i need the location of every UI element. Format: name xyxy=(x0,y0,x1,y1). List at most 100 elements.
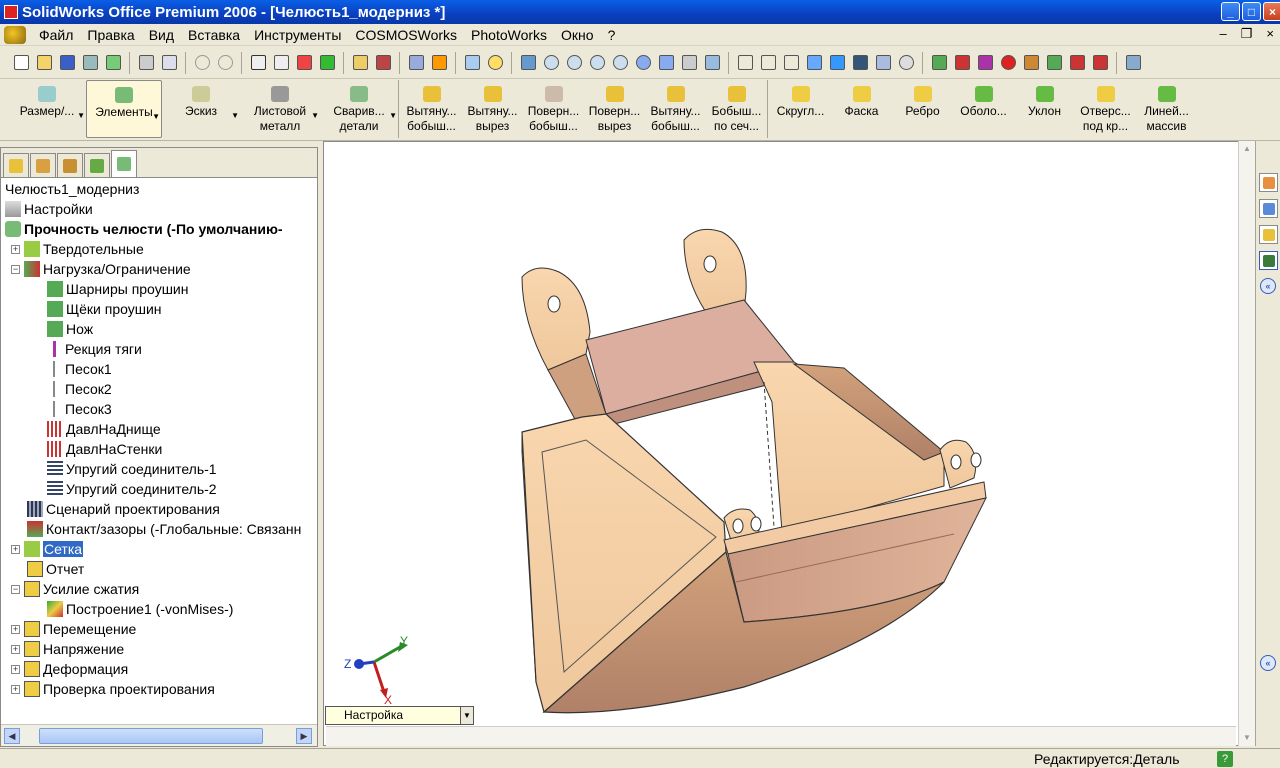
standard-views-icon[interactable] xyxy=(701,52,723,74)
undo-icon[interactable] xyxy=(191,52,213,74)
tab-cosmosworks[interactable] xyxy=(111,150,137,177)
tree-item-design-check[interactable]: + Проверка проектирования xyxy=(11,679,215,699)
options-icon[interactable] xyxy=(405,52,427,74)
draft-button[interactable]: Уклон xyxy=(1014,80,1075,138)
expand-pane-icon[interactable]: « xyxy=(1260,278,1276,294)
sheet-metal-button[interactable]: Листовой металл ▼ xyxy=(240,80,320,138)
roll-icon[interactable] xyxy=(678,52,700,74)
tree-item-strain[interactable]: + Деформация xyxy=(11,659,128,679)
tree-item-solids[interactable]: + Твердотельные xyxy=(11,239,144,259)
maximize-button[interactable]: □ xyxy=(1242,2,1261,21)
scroll-up-icon[interactable]: ▲ xyxy=(1239,141,1255,157)
tree-root[interactable]: Челюсть1_модерниз xyxy=(5,179,139,199)
lofted-boss-button[interactable]: Бобыш... по сеч... xyxy=(706,80,767,138)
tree-horizontal-scrollbar[interactable]: ◀ ▶ xyxy=(1,724,317,746)
menu-cosmosworks[interactable]: COSMOSWorks xyxy=(348,27,464,43)
tree-item-sand-1[interactable]: Песок1 xyxy=(47,359,112,379)
brick-icon[interactable] xyxy=(372,52,394,74)
tree-item-plot-1[interactable]: Построение1 (-vonMises-) xyxy=(47,599,233,619)
tree-settings[interactable]: Настройки xyxy=(5,199,93,219)
features-button[interactable]: Элементы ▼ xyxy=(86,80,162,138)
tab-propertymanager[interactable] xyxy=(30,153,56,177)
collapse-icon[interactable]: − xyxy=(11,584,20,594)
traffic-light-icon[interactable] xyxy=(316,52,338,74)
tree-item-sand-2[interactable]: Песок2 xyxy=(47,379,112,399)
scroll-down-icon[interactable]: ▼ xyxy=(1239,730,1255,746)
tree-item-mesh[interactable]: + Сетка xyxy=(11,539,84,559)
thermal-icon[interactable] xyxy=(1089,52,1111,74)
task-pane-icon[interactable] xyxy=(1122,52,1144,74)
zoom-fit-icon[interactable] xyxy=(540,52,562,74)
minimize-button[interactable]: _ xyxy=(1221,2,1240,21)
open-icon[interactable] xyxy=(33,52,55,74)
weldments-button[interactable]: Сварив... детали ▼ xyxy=(320,80,398,138)
viewport-horizontal-scrollbar[interactable] xyxy=(326,726,1236,746)
menu-file[interactable]: Файл xyxy=(32,27,80,43)
rib-button[interactable]: Ребро xyxy=(892,80,953,138)
collapse-icon[interactable]: − xyxy=(11,264,20,274)
new-icon[interactable] xyxy=(10,52,32,74)
rebuild-icon[interactable] xyxy=(293,52,315,74)
tree-item-fixture-1[interactable]: Шарниры проушин xyxy=(47,279,188,299)
save-icon[interactable] xyxy=(56,52,78,74)
tree-item-fixture-3[interactable]: Нож xyxy=(47,319,93,339)
hidden-lines-removed-icon[interactable] xyxy=(780,52,802,74)
force-icon[interactable] xyxy=(974,52,996,74)
menu-insert[interactable]: Вставка xyxy=(181,27,247,43)
print-icon[interactable] xyxy=(135,52,157,74)
menu-tools[interactable]: Инструменты xyxy=(247,27,348,43)
revolved-cut-button[interactable]: Поверн... вырез xyxy=(584,80,645,138)
pan-icon[interactable] xyxy=(655,52,677,74)
tree-item-displacement[interactable]: + Перемещение xyxy=(11,619,136,639)
zoom-in-out-icon[interactable] xyxy=(586,52,608,74)
doc-minimize-button[interactable]: – xyxy=(1220,26,1227,42)
centrifugal-icon[interactable] xyxy=(1020,52,1042,74)
bearing-load-icon[interactable] xyxy=(1043,52,1065,74)
grid-icon[interactable] xyxy=(349,52,371,74)
expand-pane-bottom-icon[interactable]: « xyxy=(1260,655,1276,671)
tree-item-elastic-2[interactable]: Упругий соединитель-2 xyxy=(47,479,217,499)
tree-item-elastic-1[interactable]: Упругий соединитель-1 xyxy=(47,459,217,479)
make-drawing-icon[interactable] xyxy=(102,52,124,74)
shaded-icon[interactable] xyxy=(826,52,848,74)
expand-icon[interactable]: + xyxy=(11,544,20,554)
pressure-icon[interactable] xyxy=(951,52,973,74)
help-icon[interactable]: ? xyxy=(1217,751,1233,767)
tree-item-pressure-bottom[interactable]: ДавлНаДнище xyxy=(47,419,161,439)
configuration-dropdown[interactable]: Настройка ▼ xyxy=(325,706,474,725)
tab-photoworks[interactable] xyxy=(84,153,110,177)
gravity-icon[interactable] xyxy=(997,52,1019,74)
dimension-button[interactable]: Размер/... ▼ xyxy=(8,80,86,138)
section-view-icon[interactable] xyxy=(872,52,894,74)
scroll-left-icon[interactable]: ◀ xyxy=(4,728,20,744)
realview-icon[interactable] xyxy=(895,52,917,74)
zoom-selection-icon[interactable] xyxy=(609,52,631,74)
menu-window[interactable]: Окно xyxy=(554,27,601,43)
fillet-button[interactable]: Скругл... xyxy=(770,80,831,138)
tree-item-force[interactable]: Рекция тяги xyxy=(47,339,142,359)
tree-item-stress[interactable]: + Напряжение xyxy=(11,639,124,659)
doc-restore-button[interactable]: ❐ xyxy=(1241,26,1253,42)
close-button[interactable]: × xyxy=(1263,2,1280,21)
sketch-relations-icon[interactable] xyxy=(517,52,539,74)
extruded-boss-button[interactable]: Вытяну... бобыш... xyxy=(401,80,462,138)
solidworks-logo-icon[interactable] xyxy=(4,25,26,44)
chamfer-button[interactable]: Фаска xyxy=(831,80,892,138)
linear-pattern-button[interactable]: Линей... массив xyxy=(1136,80,1197,138)
menu-photoworks[interactable]: PhotoWorks xyxy=(464,27,554,43)
file-explorer-icon[interactable] xyxy=(1259,225,1278,244)
wireframe-icon[interactable] xyxy=(734,52,756,74)
tree-study[interactable]: Прочность челюсти (-По умолчанию- xyxy=(5,219,283,239)
tab-featuremanager[interactable] xyxy=(3,153,29,177)
menu-view[interactable]: Вид xyxy=(142,27,181,43)
tree-item-loads[interactable]: − Нагрузка/Ограничение xyxy=(11,259,191,279)
hidden-lines-visible-icon[interactable] xyxy=(757,52,779,74)
expand-icon[interactable]: + xyxy=(11,664,20,674)
redo-icon[interactable] xyxy=(214,52,236,74)
expand-icon[interactable]: + xyxy=(11,624,20,634)
hole-wizard-button[interactable]: Отверс... под кр... xyxy=(1075,80,1136,138)
tree-item-design-scenario[interactable]: Сценарий проектирования xyxy=(27,499,220,519)
properties-icon[interactable] xyxy=(461,52,483,74)
tree-item-pressure-walls[interactable]: ДавлНаСтенки xyxy=(47,439,162,459)
bucket-model[interactable]: Y X Z xyxy=(324,142,1256,747)
